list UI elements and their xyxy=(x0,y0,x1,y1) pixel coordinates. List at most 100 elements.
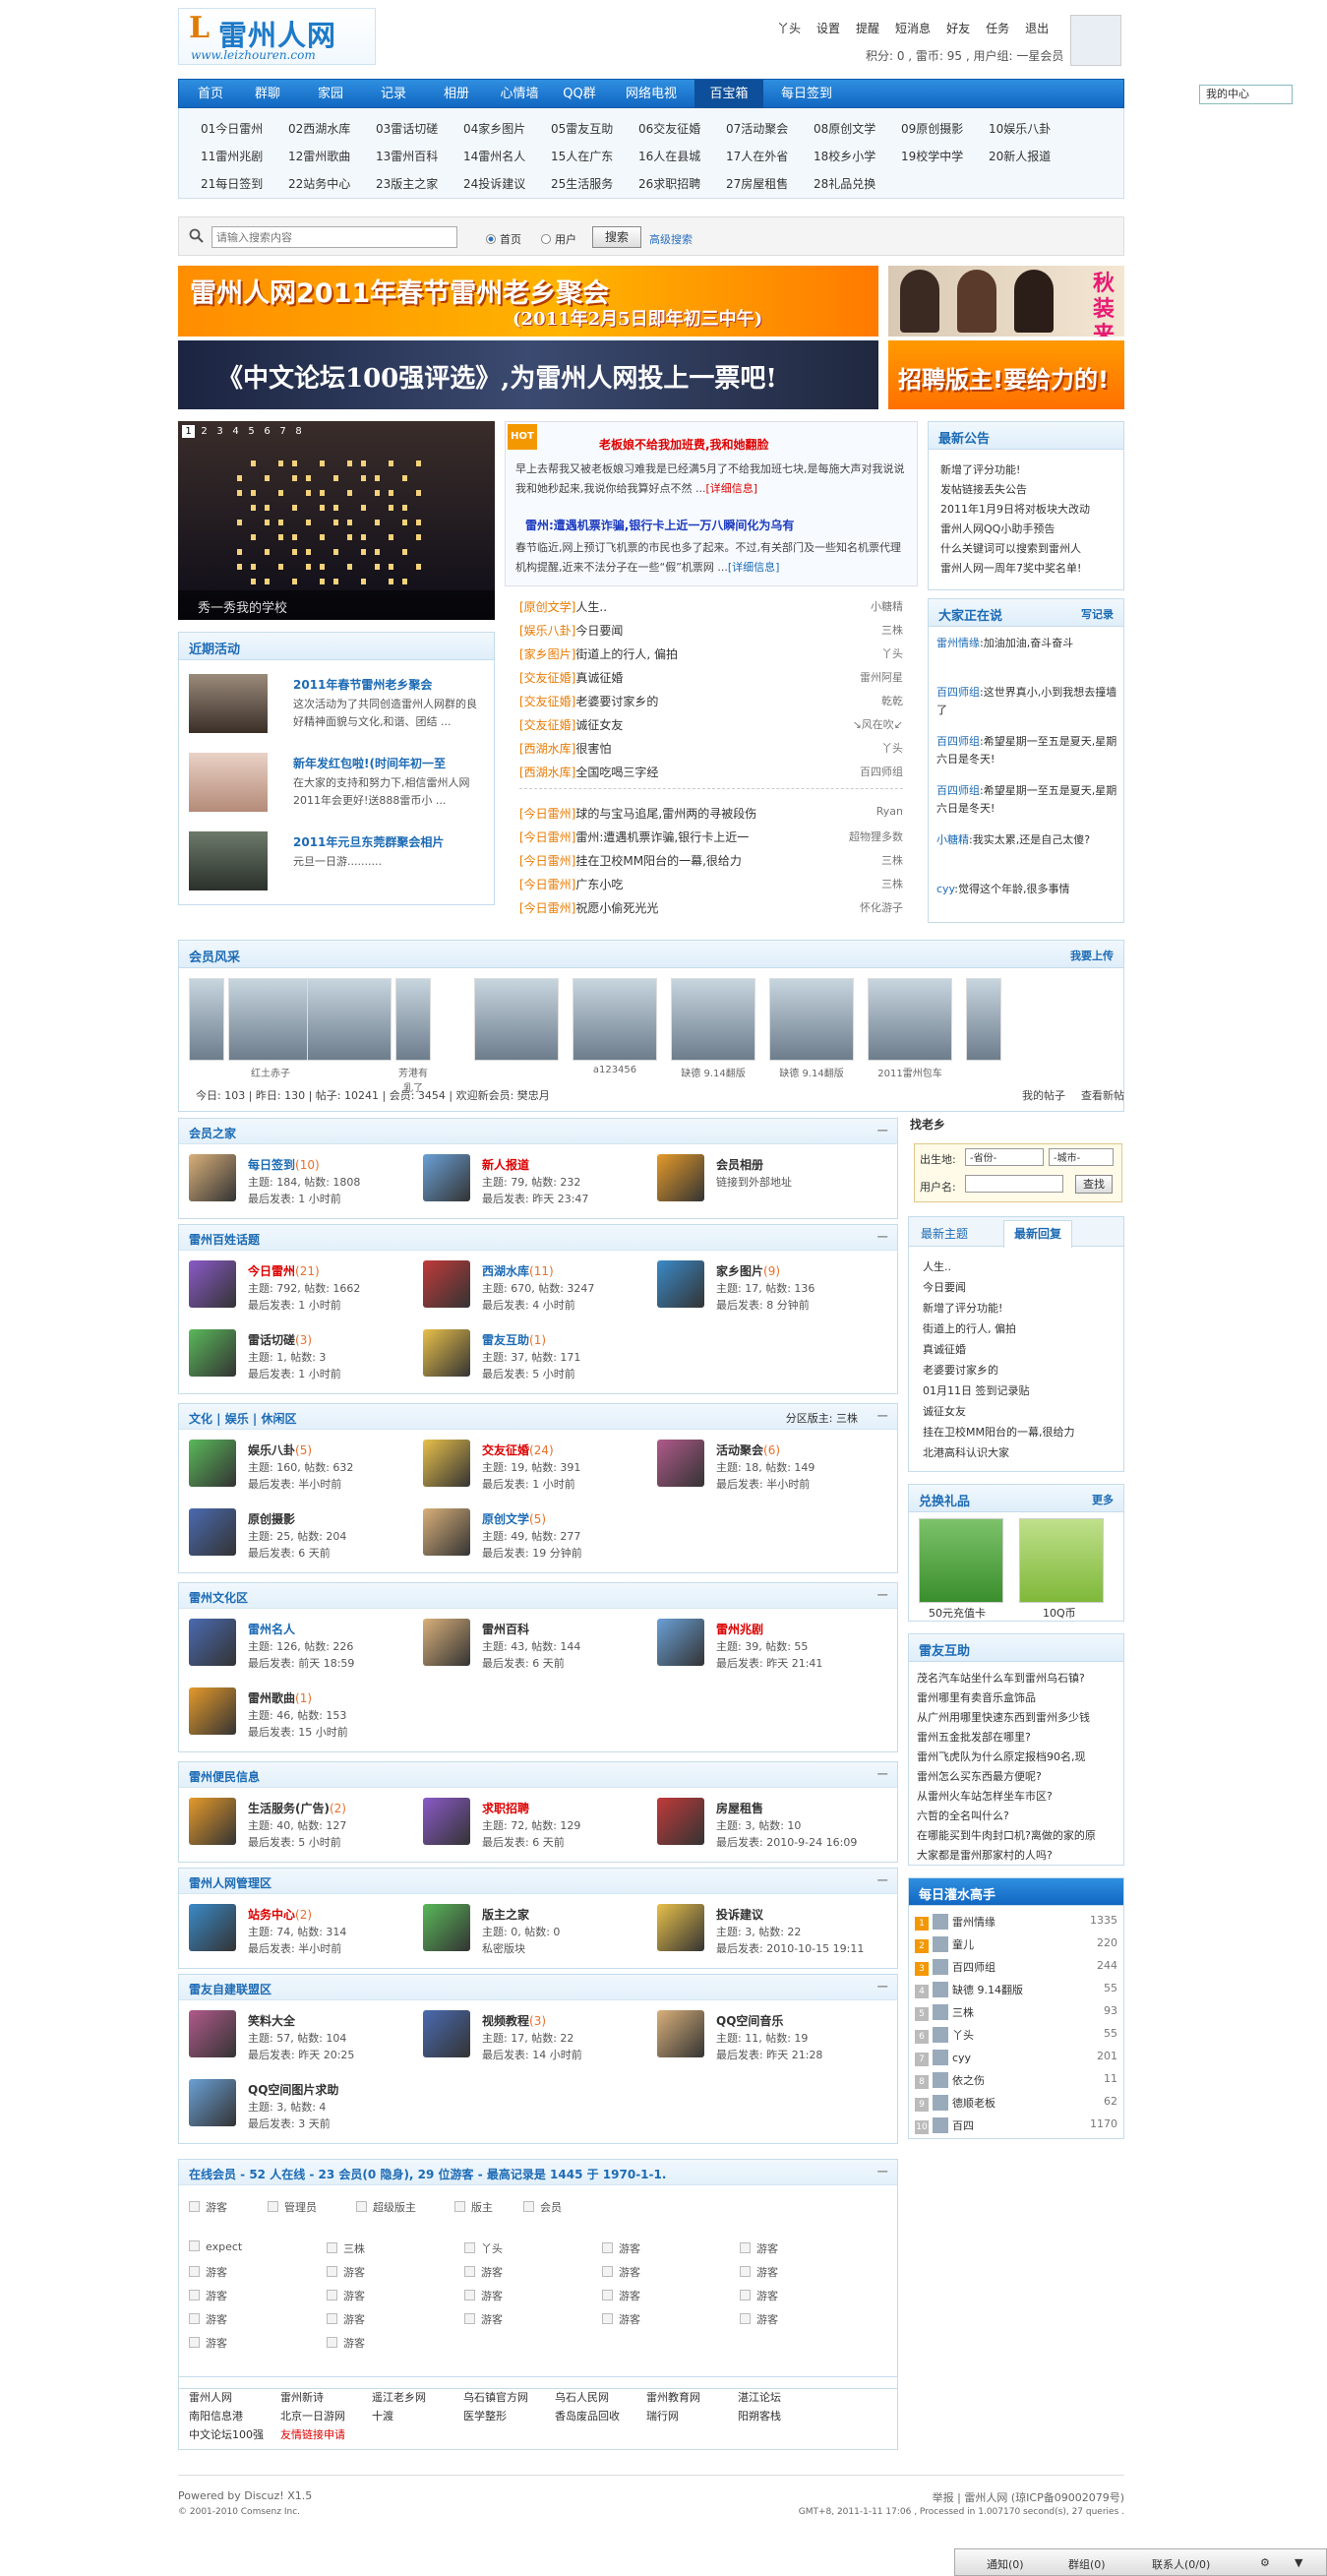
list-item[interactable]: [今日雷州]球的与宝马追尾,雷州两的寻被段伤 Ryan xyxy=(519,805,903,827)
ranking-row[interactable]: 6 丫头 55 xyxy=(915,2027,1117,2047)
slide-number[interactable]: 2 xyxy=(198,425,211,438)
forum-item[interactable]: 雷话切磋(3) 主题: 1, 帖数: 3 最后发表: 1 小时前 xyxy=(189,1329,415,1392)
friend-link[interactable]: 香岛废品回收 xyxy=(555,2408,620,2423)
forum-name-text[interactable]: 原创文学 xyxy=(482,1512,529,1526)
gifts-more-link[interactable]: 更多 xyxy=(1092,1492,1114,1507)
forum-item[interactable]: 雷州兆剧 主题: 39, 帖数: 55 最后发表: 昨天 21:41 xyxy=(657,1619,883,1682)
forum-name[interactable]: 笑料大全 xyxy=(248,2012,295,2029)
activity-item[interactable]: 新年发红包啦!(时间年初一至 在大家的支持和努力下,相信雷州人网2011年会更好!… xyxy=(189,753,486,820)
forum-item[interactable]: 活动聚会(6) 主题: 18, 帖数: 149 最后发表: 半小时前 xyxy=(657,1440,883,1503)
slide-number[interactable]: 8 xyxy=(292,425,305,438)
activity-title[interactable]: 新年发红包啦!(时间年初一至 xyxy=(293,755,446,771)
section-moderator[interactable]: 分区版主: 三株 xyxy=(786,1410,858,1426)
avatar[interactable] xyxy=(933,1982,948,1997)
forum-name-text[interactable]: 雷州兆剧 xyxy=(716,1623,763,1636)
forum-icon[interactable] xyxy=(423,1904,470,1951)
subnav-link[interactable]: 10娱乐八卦 xyxy=(989,120,1051,137)
list-item[interactable]: [交友征婚]真诚征婚 雷州阿星 xyxy=(519,669,903,691)
forum-item[interactable]: 笑料大全 主题: 57, 帖数: 104 最后发表: 昨天 20:25 xyxy=(189,2010,415,2073)
latest-item[interactable]: 街道上的行人, 偏拍 xyxy=(923,1320,1016,1336)
nav-item[interactable]: 家园 xyxy=(299,80,362,109)
avatar[interactable] xyxy=(933,1914,948,1930)
member-photo-image[interactable] xyxy=(189,978,224,1061)
forum-icon[interactable] xyxy=(423,1329,470,1377)
friend-link[interactable]: 乌石镇官方网 xyxy=(463,2389,528,2405)
headline-2-more[interactable]: [详细信息] xyxy=(728,561,780,574)
list-item[interactable]: [家乡图片]街道上的行人, 偏拍 丫头 xyxy=(519,645,903,667)
forum-name-text[interactable]: 原创摄影 xyxy=(248,1512,295,1526)
tab-latest-topics[interactable]: 最新主题 xyxy=(921,1225,968,1242)
friend-link[interactable]: 十渡 xyxy=(372,2408,393,2423)
category-tag[interactable]: [交友征婚] xyxy=(519,695,575,708)
activity-thumbnail[interactable] xyxy=(189,674,268,733)
nav-item[interactable]: 群聊 xyxy=(236,80,299,109)
forum-name[interactable]: 求职招聘 xyxy=(482,1800,529,1816)
tab-latest-replies[interactable]: 最新回复 xyxy=(1003,1220,1072,1248)
rank-user[interactable]: 德顺老板 xyxy=(952,2097,995,2110)
post-author[interactable]: 三株 xyxy=(881,852,903,868)
forum-icon[interactable] xyxy=(189,1687,236,1735)
forum-icon[interactable] xyxy=(189,1508,236,1556)
top-link[interactable]: 设置 xyxy=(816,22,840,35)
post-title[interactable]: 今日要闻 xyxy=(575,624,623,638)
forum-name-text[interactable]: 视频教程 xyxy=(482,2014,529,2028)
forum-name-text[interactable]: QQ空间音乐 xyxy=(716,2014,783,2028)
post-title[interactable]: 老婆要讨家乡的 xyxy=(575,695,658,708)
member-name[interactable]: 缺德 9.14翻版 xyxy=(769,1065,854,1079)
subnav-link[interactable]: 13雷州百科 xyxy=(376,148,438,164)
forum-icon[interactable] xyxy=(423,1619,470,1666)
category-tag[interactable]: [交友征婚] xyxy=(519,671,575,685)
post-author[interactable]: 乾乾 xyxy=(881,693,903,708)
member-name[interactable]: 2011雷州包车 xyxy=(868,1065,952,1079)
ranking-row[interactable]: 3 百四师组 244 xyxy=(915,1959,1117,1979)
post-author[interactable]: 百四师组 xyxy=(860,764,903,779)
member-photo[interactable]: 缺德 9.14翻版 xyxy=(769,978,854,1079)
member-photo[interactable]: 红土赤子 xyxy=(228,978,313,1079)
friend-link[interactable]: 雷州教育网 xyxy=(646,2389,700,2405)
online-user[interactable]: 游客 xyxy=(327,2311,365,2327)
forum-item[interactable]: 雷州百科 主题: 43, 帖数: 144 最后发表: 6 天前 xyxy=(423,1619,649,1682)
list-item[interactable]: [娱乐八卦]今日要闻 三株 xyxy=(519,622,903,644)
post-title[interactable]: 球的与宝马追尾,雷州两的寻被段伤 xyxy=(575,807,756,821)
forum-item[interactable]: 今日雷州(21) 主题: 792, 帖数: 1662 最后发表: 1 小时前 xyxy=(189,1260,415,1323)
post-author[interactable]: 三株 xyxy=(881,876,903,891)
section-title[interactable]: 会员之家 xyxy=(189,1127,236,1140)
forum-name[interactable]: 站务中心(2) xyxy=(248,1906,312,1923)
activity-title[interactable]: 2011年元旦东莞群聚会相片 xyxy=(293,833,444,850)
collapse-icon[interactable]: − xyxy=(876,1585,889,1604)
forum-icon[interactable] xyxy=(423,2010,470,2057)
mutual-help-item[interactable]: 雷州哪里有卖音乐盒饰品 xyxy=(917,1689,1118,1705)
friend-link[interactable]: 中文论坛100强 xyxy=(189,2426,264,2442)
forum-last-post[interactable]: 私密版块 xyxy=(482,1940,560,1957)
subnav-link[interactable]: 26求职招聘 xyxy=(638,175,700,192)
banner-gathering[interactable]: 雷州人网2011年春节雷州老乡聚会 (2011年2月5日即年初三中午) xyxy=(178,266,878,337)
top-link[interactable]: 任务 xyxy=(986,22,1009,35)
member-photo-image[interactable] xyxy=(573,978,657,1061)
latest-item[interactable]: 挂在卫校MM阳台的一幕,很给力 xyxy=(923,1424,1074,1440)
chevron-down-icon[interactable]: ▼ xyxy=(1295,2556,1302,2569)
section-title[interactable]: 雷州便民信息 xyxy=(189,1770,260,1784)
category-tag[interactable]: [原创文学] xyxy=(519,600,575,614)
member-photo-image[interactable] xyxy=(966,978,1001,1061)
category-tag[interactable]: [西湖水库] xyxy=(519,742,575,756)
forum-item[interactable]: 雷州名人 主题: 126, 帖数: 226 最后发表: 前天 18:59 xyxy=(189,1619,415,1682)
forum-name[interactable]: 生活服务(广告)(2) xyxy=(248,1800,346,1816)
subnav-link[interactable]: 20新人报道 xyxy=(989,148,1051,164)
subnav-link[interactable]: 02西湖水库 xyxy=(288,120,350,137)
latest-item[interactable]: 人生.. xyxy=(923,1258,951,1274)
online-user[interactable]: 游客 xyxy=(740,2240,778,2256)
post-author[interactable]: 超物狸多数 xyxy=(849,828,903,844)
nav-item[interactable]: 每日签到 xyxy=(763,80,850,109)
ranking-row[interactable]: 4 缺德 9.14翻版 55 xyxy=(915,1982,1117,2001)
province-select[interactable]: -省份- xyxy=(965,1148,1044,1166)
list-item[interactable]: [今日雷州]广东小吃 三株 xyxy=(519,876,903,897)
mutual-help-item[interactable]: 雷州五金批发部在哪里? xyxy=(917,1729,1118,1745)
nav-item[interactable]: 百宝箱 xyxy=(694,80,763,109)
search-scope-home[interactable]: 首页 xyxy=(486,231,521,247)
forum-name-text[interactable]: 每日签到 xyxy=(248,1158,295,1172)
forum-icon[interactable] xyxy=(189,1440,236,1487)
forum-last-post[interactable]: 最后发表: 2010-10-15 19:11 xyxy=(716,1940,864,1957)
chatter-user[interactable]: 百四师组 xyxy=(936,735,980,748)
subnav-link[interactable]: 24投诉建议 xyxy=(463,175,525,192)
headline-1-more[interactable]: [详细信息] xyxy=(705,482,757,495)
